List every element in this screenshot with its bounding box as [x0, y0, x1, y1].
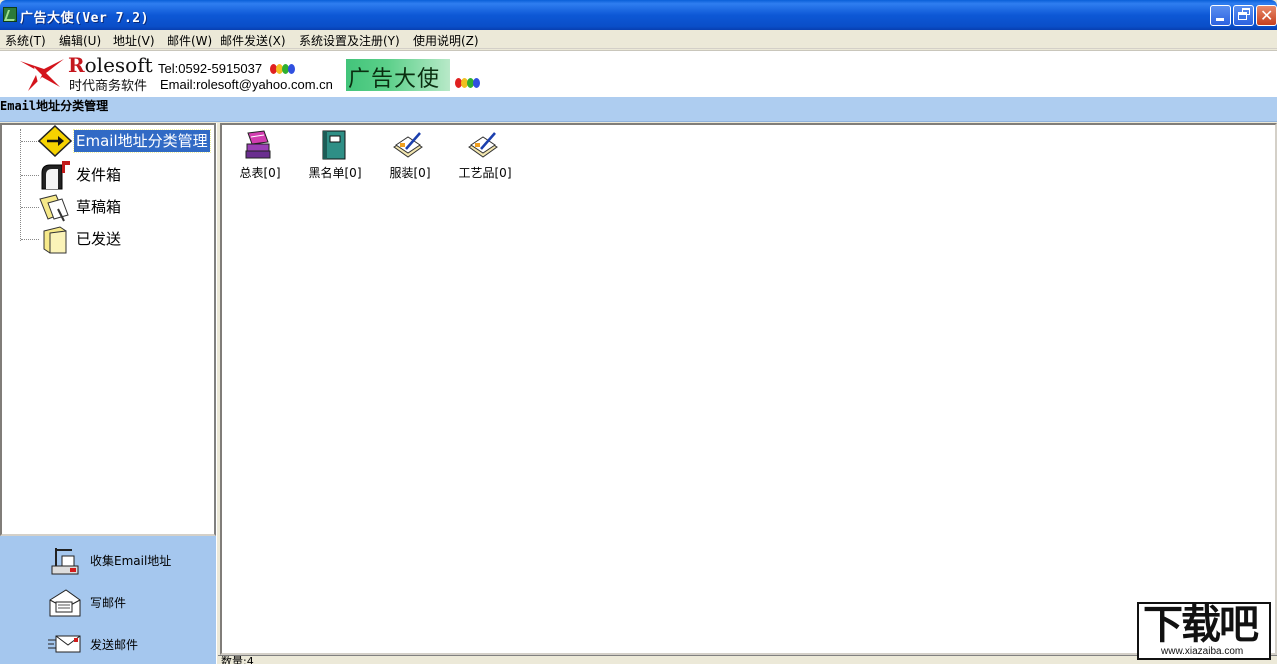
tree-item-label: Email地址分类管理	[73, 129, 211, 153]
brand-subtitle: 时代商务软件	[69, 79, 148, 94]
tree-item-outbox[interactable]: 发件箱	[2, 159, 212, 191]
menu-edit[interactable]: 编辑(U)	[59, 32, 101, 49]
minimize-button[interactable]	[1210, 5, 1231, 26]
menu-bar: 系统(T) 编辑(U) 地址(V) 邮件(W) 邮件发送(X) 系统设置及注册(…	[0, 30, 1277, 49]
menu-settings-register[interactable]: 系统设置及注册(Y)	[299, 32, 400, 49]
restore-button[interactable]	[1233, 5, 1254, 26]
close-icon: ✕	[1260, 6, 1274, 25]
folder-tree: Email地址分类管理 发件箱 草稿箱 已发送	[0, 123, 216, 536]
notebook-icon	[322, 130, 346, 160]
contact-tel: Tel:0592-5915037	[158, 61, 263, 76]
write-mail-button[interactable]: 写邮件	[0, 582, 216, 622]
category-label: 工艺品[0]	[458, 166, 512, 180]
tree-item-drafts[interactable]: 草稿箱	[2, 191, 212, 223]
category-label: 总表[0]	[239, 166, 281, 180]
section-header: Email地址分类管理	[0, 97, 1277, 122]
sent-folder-icon	[43, 226, 67, 254]
window-title: 广告大使(Ver 7.2)	[20, 11, 149, 26]
address-book-icon	[393, 132, 423, 158]
send-mail-button[interactable]: 发送邮件	[0, 624, 216, 664]
brand-name: Rolesoft	[68, 53, 153, 77]
left-panel: Email地址分类管理 发件箱 草稿箱 已发送 收集Email地址 写邮件 发送…	[0, 123, 216, 664]
rolesoft-logo-icon	[20, 59, 64, 91]
status-count: 数量:4	[221, 655, 254, 664]
category-blacklist[interactable]: 黑名单[0]	[297, 129, 373, 181]
address-book-icon	[468, 132, 498, 158]
contact-email: Email:rolesoft@yahoo.com.cn	[160, 77, 333, 92]
category-all[interactable]: 总表[0]	[222, 129, 298, 181]
section-title: Email地址分类管理	[0, 99, 109, 113]
books-icon	[245, 130, 271, 159]
category-label: 黑名单[0]	[308, 166, 362, 180]
action-label: 写邮件	[90, 596, 127, 610]
category-crafts[interactable]: 工艺品[0]	[447, 129, 523, 181]
category-list-view: 总表[0] 黑名单[0] 服装[0] 工艺品[0]	[220, 123, 1277, 655]
app-icon	[3, 7, 17, 22]
status-bar: 数量:4	[218, 655, 1277, 664]
tree-item-label: 发件箱	[76, 166, 122, 184]
tree-item-address-category[interactable]: Email地址分类管理	[2, 125, 212, 157]
menu-help[interactable]: 使用说明(Z)	[413, 32, 479, 49]
minimize-icon	[1216, 18, 1224, 21]
send-mail-icon	[48, 635, 81, 653]
collect-address-icon	[51, 548, 79, 575]
tree-item-label: 草稿箱	[76, 198, 122, 216]
category-label: 服装[0]	[389, 166, 431, 180]
category-clothing[interactable]: 服装[0]	[372, 129, 448, 181]
product-badge: 广告大使	[346, 59, 450, 92]
collect-email-address-button[interactable]: 收集Email地址	[0, 540, 216, 580]
close-button[interactable]: ✕	[1256, 5, 1277, 26]
actions-panel: 收集Email地址 写邮件 发送邮件	[0, 536, 216, 664]
tree-item-sent[interactable]: 已发送	[2, 223, 212, 255]
banner: Rolesoft 时代商务软件 Tel:0592-5915037 Email:r…	[0, 50, 1277, 97]
color-swirl-icon	[455, 78, 483, 90]
action-label: 收集Email地址	[90, 554, 172, 568]
menu-system[interactable]: 系统(T)	[5, 32, 46, 49]
tree-item-label: 已发送	[76, 230, 122, 248]
action-label: 发送邮件	[90, 638, 139, 652]
watermark-url: www.xiazaiba.com	[1161, 646, 1244, 657]
write-mail-icon	[49, 589, 81, 617]
title-bar[interactable]: 广告大使(Ver 7.2) ✕	[0, 0, 1277, 30]
watermark-text: 下载吧	[1143, 602, 1259, 648]
color-swirl-icon	[270, 64, 298, 76]
menu-mail-send[interactable]: 邮件发送(X)	[220, 32, 286, 49]
menu-mail[interactable]: 邮件(W)	[167, 32, 212, 49]
draft-folder-icon	[39, 194, 69, 222]
watermark-logo: 下载吧 www.xiazaiba.com	[1137, 602, 1271, 660]
menu-address[interactable]: 地址(V)	[113, 32, 155, 49]
mailbox-icon	[41, 161, 70, 190]
app-window: 广告大使(Ver 7.2) ✕ 系统(T) 编辑(U) 地址(V) 邮件(W) …	[0, 0, 1277, 664]
arrow-sign-icon	[38, 125, 72, 157]
